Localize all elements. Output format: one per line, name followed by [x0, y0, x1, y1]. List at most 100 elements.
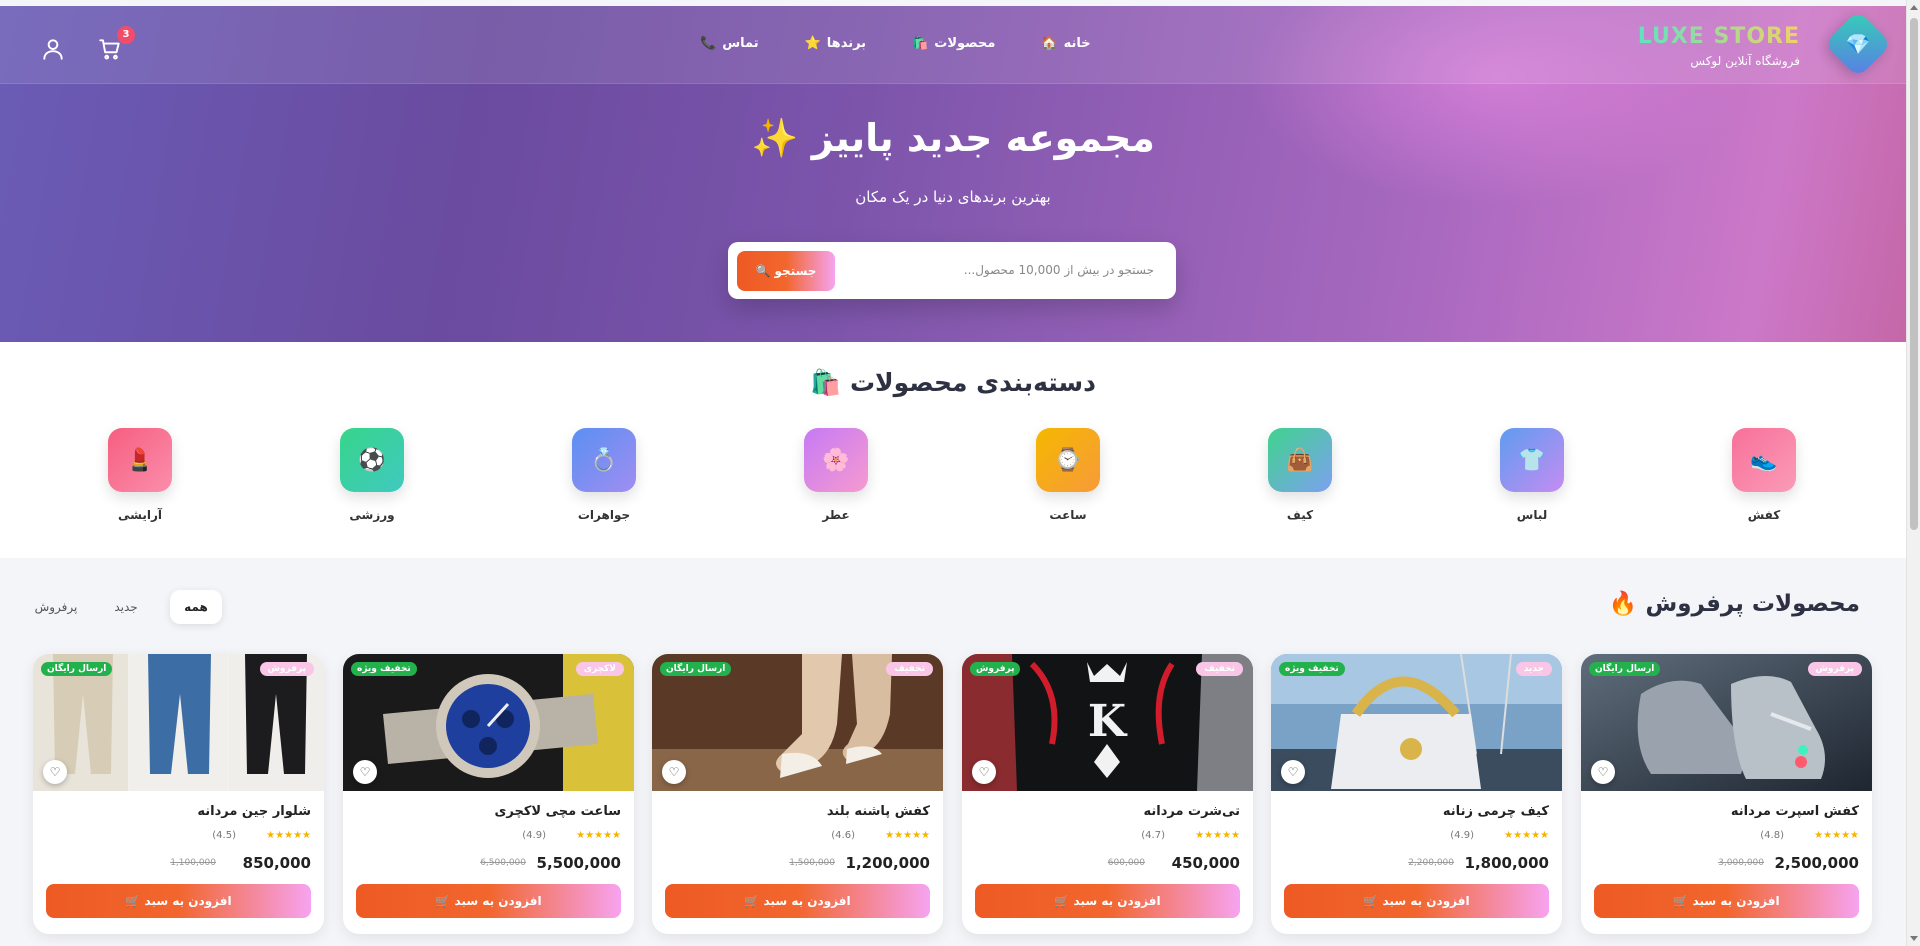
search-box: جستجو🔍 [728, 242, 1176, 299]
heart-icon[interactable]: ♡ [1591, 760, 1615, 784]
nav-link-contact[interactable]: تماس 📞 [700, 36, 759, 51]
product-old-price: 2,200,000 [1408, 858, 1454, 868]
product-card[interactable]: تخفیف ویژه جدید ♡ کیف چرمی زنانه ★★★★★ (… [1271, 654, 1562, 934]
product-old-price: 3,000,000 [1718, 858, 1764, 868]
category-perfume[interactable]: 🌸 عطر [786, 428, 886, 522]
diamond-logo-icon[interactable]: 💎 [1824, 10, 1892, 78]
product-name[interactable]: کفش اسپرت مردانه [1731, 804, 1859, 819]
badge-tag: تخفیف [886, 662, 933, 676]
category-shoes[interactable]: 👟 کفش [1714, 428, 1814, 522]
heart-icon[interactable]: ♡ [43, 760, 67, 784]
product-name[interactable]: شلوار جین مردانه [197, 804, 311, 819]
product-name[interactable]: ساعت مچی لاکچری [494, 804, 621, 819]
badge-special-discount: تخفیف ویژه [351, 662, 417, 676]
heart-icon[interactable]: ♡ [353, 760, 377, 784]
product-name[interactable]: کیف چرمی زنانه [1443, 804, 1549, 819]
product-name[interactable]: کفش پاشنه بلند [827, 804, 930, 819]
rating-stars: ★★★★★ [885, 830, 930, 841]
badge-special-discount: تخفیف ویژه [1279, 662, 1345, 676]
category-watches[interactable]: ⌚ ساعت [1018, 428, 1118, 522]
scroll-down-arrow-icon[interactable] [1910, 936, 1918, 941]
badge-tag: لاکچری [575, 662, 624, 676]
tab-all[interactable]: همه [170, 590, 222, 624]
product-card[interactable]: ارسال رایگان پرفروش ♡ شلوار جین مردانه ★… [33, 654, 324, 934]
product-card[interactable]: ارسال رایگان تخفیف ♡ کفش پاشنه بلند ★★★★… [652, 654, 943, 934]
cart-icon: 🛒 [435, 894, 451, 908]
user-account-button[interactable] [40, 36, 66, 62]
star-icon: ⭐ [804, 36, 821, 51]
watch-icon: ⌚ [1036, 428, 1100, 492]
user-icon [43, 39, 63, 60]
add-to-cart-button[interactable]: افزودن به سبد 🛒 [356, 884, 621, 918]
phone-icon: 📞 [700, 36, 717, 51]
add-to-cart-button[interactable]: افزودن به سبد 🛒 [665, 884, 930, 918]
cart-icon: 🛒 [1673, 894, 1689, 908]
product-price: 2,500,000 [1774, 854, 1859, 872]
heart-icon[interactable]: ♡ [662, 760, 686, 784]
product-old-price: 6,500,000 [480, 858, 526, 868]
rating-stars: ★★★★★ [1195, 830, 1240, 841]
product-old-price: 1,100,000 [170, 858, 216, 868]
hero-title: مجموعه جدید پاییز ✨ [751, 116, 1155, 160]
rating-stars: ★★★★★ [576, 830, 621, 841]
page: 💎 LUXE STORE فروشگاه آنلاین لوکس خانه 🏠 م… [0, 0, 1906, 946]
brand-name[interactable]: LUXE STORE [1638, 24, 1800, 49]
add-to-cart-button[interactable]: افزودن به سبد 🛒 [1284, 884, 1549, 918]
vertical-scrollbar[interactable] [1906, 0, 1920, 946]
product-card[interactable]: ارسال رایگان پرفروش ♡ کفش اسپرت مردانه ★… [1581, 654, 1872, 934]
product-filter-tabs: پرفروش جدید همه [30, 590, 222, 624]
badge-tag: جدید [1515, 662, 1552, 676]
search-input[interactable] [854, 254, 1154, 286]
shopping-bags-icon: 🛍️ [912, 36, 929, 51]
scroll-up-arrow-icon[interactable] [1910, 5, 1918, 10]
heart-icon[interactable]: ♡ [972, 760, 996, 784]
category-jewelry[interactable]: 💍 جواهرات [554, 428, 654, 522]
tab-new[interactable]: جدید [100, 590, 152, 624]
sneaker-icon: 👟 [1732, 428, 1796, 492]
product-card[interactable]: K پرفروش تخفیف ♡ تی‌شرت مردانه ★★★★★ (4.… [962, 654, 1253, 934]
cart-icon: 🛒 [125, 894, 141, 908]
flower-icon: 🌸 [804, 428, 868, 492]
category-sports[interactable]: ⚽ ورزشی [322, 428, 422, 522]
add-to-cart-button[interactable]: افزودن به سبد 🛒 [1594, 884, 1859, 918]
cart-button[interactable]: 3 [97, 26, 135, 62]
add-to-cart-button[interactable]: افزودن به سبد 🛒 [46, 884, 311, 918]
main-nav: خانه 🏠 محصولات 🛍️ برندها ⭐ تماس 📞 [700, 36, 1091, 51]
nav-link-home[interactable]: خانه 🏠 [1041, 36, 1090, 51]
product-price: 450,000 [1171, 854, 1240, 872]
nav-link-brands[interactable]: برندها ⭐ [805, 36, 866, 51]
category-cosmetics[interactable]: 💄 آرایشی [90, 428, 190, 522]
product-price: 850,000 [242, 854, 311, 872]
tab-bestseller[interactable]: پرفروش [30, 590, 82, 624]
fire-icon: 🔥 [1608, 591, 1638, 617]
shopping-bags-icon: 🛍️ [810, 368, 842, 397]
scrollbar-thumb[interactable] [1910, 18, 1918, 530]
product-card[interactable]: تخفیف ویژه لاکچری ♡ ساعت مچی لاکچری ★★★★… [343, 654, 634, 934]
handbag-icon: 👜 [1268, 428, 1332, 492]
svg-text:K: K [1088, 696, 1128, 747]
soccer-ball-icon: ⚽ [340, 428, 404, 492]
rating-value: (4.7) [1141, 830, 1165, 841]
add-to-cart-button[interactable]: افزودن به سبد 🛒 [975, 884, 1240, 918]
cart-icon: 🛒 [1363, 894, 1379, 908]
rating-value: (4.5) [212, 830, 236, 841]
product-name[interactable]: تی‌شرت مردانه [1143, 804, 1240, 819]
rating-value: (4.8) [1760, 830, 1784, 841]
nav-link-products[interactable]: محصولات 🛍️ [912, 36, 995, 51]
heart-icon[interactable]: ♡ [1281, 760, 1305, 784]
badge-tag: پرفروش [1807, 662, 1862, 676]
hero-subtitle: بهترین برندهای دنیا در یک مکان [855, 188, 1051, 206]
product-price: 1,800,000 [1464, 854, 1549, 872]
rating-value: (4.9) [522, 830, 546, 841]
search-icon: 🔍 [755, 264, 771, 278]
category-clothes[interactable]: 👕 لباس [1482, 428, 1582, 522]
category-bags[interactable]: 👜 کیف [1250, 428, 1350, 522]
search-button[interactable]: جستجو 🔍 [737, 251, 835, 291]
categories-title: دسته‌بندی محصولات 🛍️ [810, 368, 1096, 397]
cart-count-badge: 3 [117, 26, 135, 44]
cart-icon: 🛒 [744, 894, 760, 908]
tshirt-icon: 👕 [1500, 428, 1564, 492]
badge-bestseller: پرفروش [970, 662, 1021, 676]
product-price: 5,500,000 [536, 854, 621, 872]
product-old-price: 1,500,000 [789, 858, 835, 868]
